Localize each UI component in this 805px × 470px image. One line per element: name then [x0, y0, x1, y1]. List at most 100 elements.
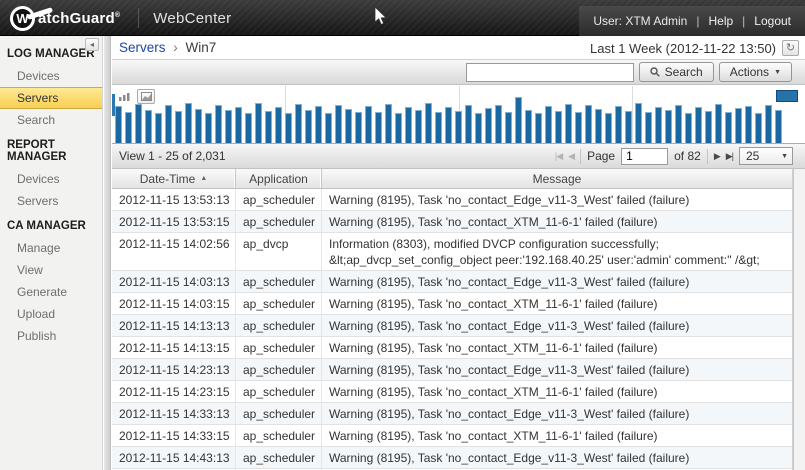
histogram-bar[interactable]	[635, 103, 642, 143]
histogram-bar[interactable]	[655, 107, 662, 143]
histogram-bar[interactable]	[215, 105, 222, 143]
histogram-bar[interactable]	[145, 110, 152, 143]
histogram-bar[interactable]	[595, 109, 602, 143]
histogram-bar[interactable]	[355, 112, 362, 143]
help-link[interactable]: Help	[708, 14, 733, 28]
histogram-bar[interactable]	[205, 113, 212, 143]
histogram-bar[interactable]	[295, 104, 302, 143]
table-row[interactable]: 2012-11-15 14:13:13ap_schedulerWarning (…	[112, 315, 792, 337]
histogram-bar[interactable]	[455, 111, 462, 143]
histogram-bar[interactable]	[725, 112, 732, 143]
sidebar-item-ca-view[interactable]: View	[0, 259, 102, 281]
histogram-bar[interactable]	[175, 111, 182, 143]
refresh-button[interactable]: ↻	[782, 40, 799, 56]
bar-chart-toggle-button[interactable]	[115, 89, 133, 104]
sidebar-item-ca-publish[interactable]: Publish	[0, 325, 102, 347]
breadcrumb-servers-link[interactable]: Servers	[119, 40, 166, 55]
histogram-bar[interactable]	[745, 106, 752, 143]
prev-page-icon[interactable]: ◀	[568, 151, 574, 162]
histogram-bar[interactable]	[275, 107, 282, 143]
histogram-bar[interactable]	[675, 105, 682, 143]
histogram-bar[interactable]	[325, 113, 332, 143]
sidebar-item-log-servers[interactable]: Servers	[0, 87, 102, 109]
histogram-bar[interactable]	[535, 113, 542, 143]
area-chart-toggle-button[interactable]	[137, 89, 155, 104]
histogram-bar[interactable]	[775, 110, 782, 143]
histogram-bar[interactable]	[345, 109, 352, 143]
sidebar-item-log-search[interactable]: Search	[0, 109, 102, 131]
histogram-bar[interactable]	[705, 111, 712, 143]
histogram-bar[interactable]	[125, 112, 132, 143]
histogram-bar[interactable]	[255, 103, 262, 143]
sidebar-item-ca-manage[interactable]: Manage	[0, 237, 102, 259]
histogram-bar[interactable]	[735, 108, 742, 143]
histogram-bar[interactable]	[375, 112, 382, 143]
histogram-bar[interactable]	[685, 113, 692, 143]
page-size-select[interactable]: 25 ▼	[739, 147, 793, 165]
histogram-bar[interactable]	[335, 105, 342, 143]
sidebar-item-report-devices[interactable]: Devices	[0, 168, 102, 190]
histogram-bar[interactable]	[425, 103, 432, 143]
histogram-bar[interactable]	[225, 110, 232, 143]
histogram-bar[interactable]	[715, 104, 722, 143]
histogram-bar[interactable]	[605, 113, 612, 143]
table-row[interactable]: 2012-11-15 14:33:15ap_schedulerWarning (…	[112, 425, 792, 447]
table-row[interactable]: 2012-11-15 14:02:56ap_dvcpInformation (8…	[112, 233, 792, 271]
column-header-datetime[interactable]: Date-Time ▲	[112, 169, 236, 188]
table-row[interactable]: 2012-11-15 13:53:13ap_schedulerWarning (…	[112, 189, 792, 211]
actions-button[interactable]: Actions ▼	[719, 62, 792, 82]
sidebar-splitter[interactable]	[104, 36, 111, 470]
table-row[interactable]: 2012-11-15 14:23:15ap_schedulerWarning (…	[112, 381, 792, 403]
histogram-bar[interactable]	[445, 107, 452, 143]
histogram-bar[interactable]	[485, 108, 492, 143]
histogram-bar[interactable]	[235, 107, 242, 143]
sidebar-item-log-devices[interactable]: Devices	[0, 65, 102, 87]
histogram-bar[interactable]	[465, 105, 472, 143]
vertical-scrollbar[interactable]	[793, 169, 805, 470]
histogram-bar[interactable]	[575, 112, 582, 143]
histogram-bar[interactable]	[495, 105, 502, 143]
column-header-application[interactable]: Application	[236, 169, 322, 188]
histogram-bar[interactable]	[435, 112, 442, 143]
search-button[interactable]: Search	[639, 62, 714, 82]
histogram-bar[interactable]	[625, 111, 632, 143]
logout-link[interactable]: Logout	[754, 14, 791, 28]
histogram-bar[interactable]	[665, 110, 672, 143]
histogram-bar[interactable]	[165, 105, 172, 143]
table-row[interactable]: 2012-11-15 14:43:13ap_schedulerWarning (…	[112, 447, 792, 469]
sidebar-item-report-servers[interactable]: Servers	[0, 190, 102, 212]
histogram-bar[interactable]	[525, 110, 532, 143]
histogram-bar[interactable]	[615, 106, 622, 143]
table-row[interactable]: 2012-11-15 13:53:15ap_schedulerWarning (…	[112, 211, 792, 233]
histogram-bar[interactable]	[475, 113, 482, 143]
histogram-bar[interactable]	[695, 107, 702, 143]
column-header-message[interactable]: Message	[322, 169, 792, 188]
histogram-bar[interactable]	[515, 97, 522, 143]
histogram-bar[interactable]	[765, 105, 772, 143]
histogram-bar[interactable]	[365, 106, 372, 143]
histogram-bar[interactable]	[135, 104, 142, 143]
histogram-bar[interactable]	[245, 113, 252, 143]
histogram-bar[interactable]	[395, 113, 402, 143]
histogram-bar[interactable]	[565, 104, 572, 143]
legend-swatch[interactable]	[776, 90, 798, 102]
sidebar-item-ca-generate[interactable]: Generate	[0, 281, 102, 303]
histogram-bar[interactable]	[585, 105, 592, 143]
histogram-bar[interactable]	[385, 104, 392, 143]
table-row[interactable]: 2012-11-15 14:23:13ap_schedulerWarning (…	[112, 359, 792, 381]
histogram-bar[interactable]	[115, 106, 122, 143]
table-row[interactable]: 2012-11-15 14:03:13ap_schedulerWarning (…	[112, 271, 792, 293]
histogram-bar[interactable]	[545, 106, 552, 143]
histogram-bar[interactable]	[415, 110, 422, 143]
histogram-bar[interactable]	[285, 113, 292, 143]
next-page-icon[interactable]: ▶	[714, 151, 720, 162]
sidebar-collapse-button[interactable]: ◂	[85, 38, 99, 51]
histogram-bar[interactable]	[305, 110, 312, 143]
histogram-bar[interactable]	[195, 109, 202, 143]
last-page-icon[interactable]: ▶|	[726, 151, 733, 162]
sidebar-item-ca-upload[interactable]: Upload	[0, 303, 102, 325]
histogram-bar[interactable]	[155, 113, 162, 143]
histogram-bar[interactable]	[315, 106, 322, 143]
first-page-icon[interactable]: |◀	[555, 151, 562, 162]
histogram-bar[interactable]	[405, 107, 412, 143]
